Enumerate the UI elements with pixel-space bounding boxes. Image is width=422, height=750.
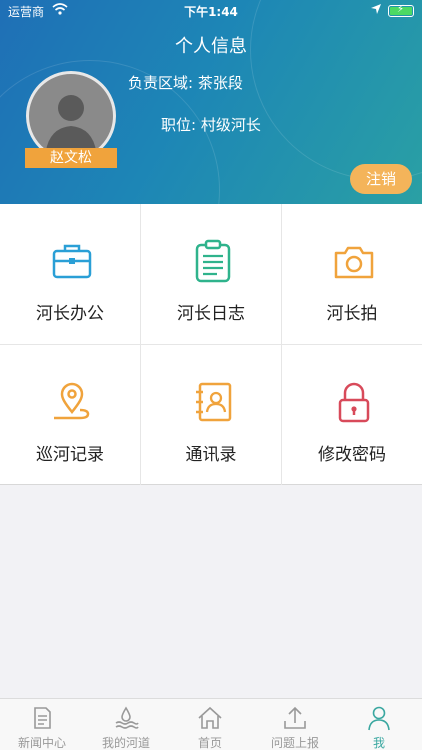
profile-header: 运营商 下午1:44 ⚡ 个人信息 赵文松 负责区域: 茶张段 职位: 村级河长… xyxy=(0,0,422,204)
tab-me[interactable]: 我 xyxy=(337,699,421,750)
river-icon xyxy=(115,706,139,729)
tab-report[interactable]: 问题上报 xyxy=(253,699,337,750)
menu-item-office[interactable]: 河长办公 xyxy=(0,204,140,344)
menu-item-label: 巡河记录 xyxy=(36,445,104,465)
camera-icon xyxy=(334,246,374,279)
area-text: 负责区域: 茶张段 xyxy=(128,74,243,92)
location-pin-icon xyxy=(54,382,90,420)
menu-item-log[interactable]: 河长日志 xyxy=(141,204,281,344)
menu-item-label: 河长日志 xyxy=(177,304,245,324)
bottom-tab-bar: 新闻中心 我的河道 首页 问题上报 我 xyxy=(0,698,422,750)
status-time: 下午1:44 xyxy=(184,5,238,19)
menu-item-label: 河长办公 xyxy=(36,304,104,324)
header-decor-circle xyxy=(250,0,422,180)
news-icon xyxy=(34,707,51,729)
menu-item-change-password[interactable]: 修改密码 xyxy=(282,345,422,485)
tab-label: 新闻中心 xyxy=(17,736,66,750)
person-silhouette-icon xyxy=(45,95,97,158)
logout-button[interactable]: 注销 xyxy=(350,164,412,194)
home-icon xyxy=(198,706,222,729)
menu-item-contacts[interactable]: 通讯录 xyxy=(141,345,281,485)
tab-label: 我的河道 xyxy=(101,736,150,750)
menu-item-label: 通讯录 xyxy=(185,445,237,465)
location-arrow-icon xyxy=(370,3,382,18)
briefcase-icon xyxy=(52,244,92,279)
user-name-badge: 赵文松 xyxy=(25,148,117,168)
page-title: 个人信息 xyxy=(175,36,247,57)
function-grid: 河长办公 河长日志 河长拍 巡河记录 通讯录 修改密码 xyxy=(0,204,422,485)
menu-item-label: 修改密码 xyxy=(318,445,386,465)
menu-item-label: 河长拍 xyxy=(326,304,378,324)
person-icon xyxy=(368,706,390,731)
contacts-icon xyxy=(196,382,232,422)
upload-icon xyxy=(284,706,306,729)
menu-item-photo[interactable]: 河长拍 xyxy=(282,204,422,344)
tab-label: 首页 xyxy=(197,736,222,750)
menu-item-patrol[interactable]: 巡河记录 xyxy=(0,345,140,485)
tab-label: 我 xyxy=(372,736,385,750)
clipboard-icon xyxy=(195,239,231,283)
tab-label: 问题上报 xyxy=(270,736,319,750)
tab-home[interactable]: 首页 xyxy=(168,699,252,750)
lock-icon xyxy=(338,382,370,423)
tab-my-river[interactable]: 我的河道 xyxy=(84,699,168,750)
tab-news[interactable]: 新闻中心 xyxy=(0,699,84,750)
position-text: 职位: 村级河长 xyxy=(161,116,261,134)
battery-icon: ⚡ xyxy=(388,4,414,17)
status-bar: 运营商 下午1:44 ⚡ xyxy=(0,0,422,22)
